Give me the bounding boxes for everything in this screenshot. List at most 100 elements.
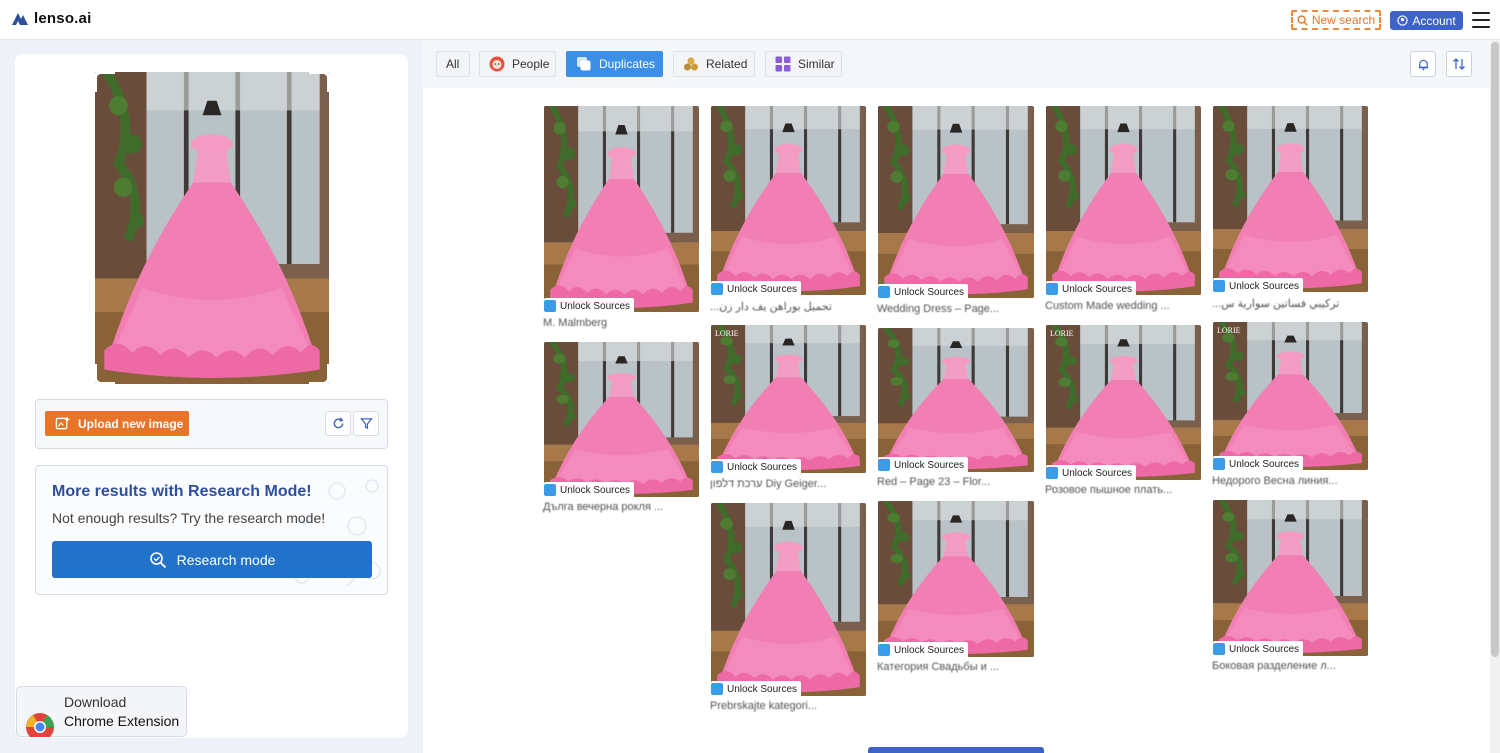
unlock-sources-badge[interactable]: Unlock Sources xyxy=(544,298,635,314)
source-icon xyxy=(878,459,890,471)
watermark-text: LORIE xyxy=(1217,326,1241,335)
result-caption[interactable]: Red – Page 23 – Flor... xyxy=(877,476,990,488)
unlock-label: Unlock Sources xyxy=(894,286,965,298)
sort-button[interactable] xyxy=(1446,51,1472,77)
unlock-sources-badge[interactable]: Unlock Sources xyxy=(711,459,802,475)
unlock-sources-badge[interactable]: Unlock Sources xyxy=(711,281,802,297)
upload-new-image-button[interactable]: Upload new image xyxy=(45,411,189,436)
result-caption[interactable]: Wedding Dress – Page... xyxy=(877,303,999,315)
unlock-sources-badge[interactable]: Unlock Sources xyxy=(878,284,969,300)
research-mode-promo: More results with Research Mode! Not eno… xyxy=(35,465,388,595)
result-thumbnail[interactable] xyxy=(1213,106,1368,292)
unlock-sources-badge[interactable]: Unlock Sources xyxy=(878,642,969,658)
tab-people[interactable]: People xyxy=(479,51,556,77)
query-panel: Upload new image More results with Resea… xyxy=(15,54,408,738)
upload-button-label: Upload new image xyxy=(78,416,184,431)
unlock-label: Unlock Sources xyxy=(727,683,798,695)
research-subtitle: Not enough results? Try the research mod… xyxy=(52,510,326,526)
source-icon xyxy=(1213,280,1225,292)
result-thumbnail[interactable] xyxy=(1046,106,1201,295)
new-search-label: New search xyxy=(1311,13,1376,27)
result-thumbnail[interactable] xyxy=(878,106,1034,298)
unlock-sources-badge[interactable]: Unlock Sources xyxy=(711,681,802,697)
result-thumbnail[interactable] xyxy=(544,342,699,497)
refresh-icon xyxy=(333,417,343,429)
result-caption[interactable]: M. Malmberg xyxy=(543,317,607,329)
account-label: Account xyxy=(1412,13,1456,28)
tab-all[interactable]: All xyxy=(436,51,470,77)
result-caption[interactable]: Дълга вечерна рокля ... xyxy=(543,501,663,513)
result-caption[interactable]: Боковая разделение л... xyxy=(1212,660,1336,672)
source-icon xyxy=(1046,283,1058,295)
alert-settings-button[interactable] xyxy=(1410,51,1436,77)
result-thumbnail[interactable] xyxy=(1213,500,1368,656)
unlock-label: Unlock Sources xyxy=(1229,280,1300,292)
result-thumbnail[interactable] xyxy=(711,106,866,295)
research-button-label: Research mode xyxy=(176,551,276,568)
watermark-text: LORIE xyxy=(1050,329,1074,338)
result-thumbnail[interactable] xyxy=(878,501,1034,657)
result-thumbnail[interactable] xyxy=(878,328,1034,472)
tab-label: Similar xyxy=(798,57,835,71)
result-caption[interactable]: ערכת דלפון Diy Geiger... xyxy=(710,478,826,490)
source-icon xyxy=(878,286,890,298)
tab-label: Duplicates xyxy=(599,57,656,71)
extension-line1: Download xyxy=(64,694,127,710)
crop-corner-bottom-left[interactable] xyxy=(93,364,115,386)
account-button[interactable]: Account xyxy=(1390,11,1463,30)
result-thumbnail[interactable] xyxy=(711,503,866,696)
refresh-button[interactable] xyxy=(325,411,351,436)
tab-similar[interactable]: Similar xyxy=(765,51,842,77)
unlock-label: Unlock Sources xyxy=(727,461,798,473)
tab-duplicates[interactable]: Duplicates xyxy=(566,51,663,77)
unlock-sources-badge[interactable]: Unlock Sources xyxy=(1213,641,1304,657)
logo[interactable]: lenso.ai xyxy=(12,10,91,27)
result-caption[interactable]: Категория Свадьбы и ... xyxy=(877,661,999,673)
research-mode-button[interactable]: Research mode xyxy=(52,541,372,578)
similar-grid-icon xyxy=(775,56,791,72)
result-caption[interactable]: Недорого Весна линия... xyxy=(1212,475,1338,487)
unlock-sources-badge[interactable]: Unlock Sources xyxy=(1046,465,1137,481)
result-thumbnail[interactable]: LORIE xyxy=(1046,325,1201,480)
hamburger-menu-icon[interactable] xyxy=(1472,12,1490,28)
result-caption[interactable]: ...ترکيبي فساتين سوارية س xyxy=(1212,297,1339,310)
tab-label: All xyxy=(446,57,460,71)
source-icon xyxy=(544,300,556,312)
result-caption[interactable]: ...تحميل بوراهن يف دار زن xyxy=(710,300,832,313)
face-icon xyxy=(489,56,505,72)
result-caption[interactable]: Custom Made wedding ... xyxy=(1045,300,1170,312)
source-icon xyxy=(1213,458,1225,470)
result-thumbnail[interactable]: LORIE xyxy=(1213,322,1368,470)
unlock-sources-badge[interactable]: Unlock Sources xyxy=(1213,456,1304,472)
scrollbar-thumb[interactable] xyxy=(1491,42,1499,657)
lenso-logo-icon xyxy=(12,12,28,25)
result-caption[interactable]: Prebrskajte kategori... xyxy=(710,700,817,712)
result-caption[interactable]: Розовое пышное плать... xyxy=(1045,484,1172,496)
load-more-button[interactable] xyxy=(868,747,1044,753)
crop-corner-bottom-right[interactable] xyxy=(309,364,331,386)
new-search-button[interactable]: New search xyxy=(1291,10,1381,30)
result-thumbnail[interactable] xyxy=(544,106,699,312)
related-icon xyxy=(684,57,698,71)
unlock-label: Unlock Sources xyxy=(560,300,631,312)
unlock-sources-badge[interactable]: Unlock Sources xyxy=(1046,281,1137,297)
result-thumbnail[interactable]: LORIE xyxy=(711,325,866,473)
crop-corner-top-left[interactable] xyxy=(93,70,115,92)
unlock-label: Unlock Sources xyxy=(1229,643,1300,655)
unlock-label: Unlock Sources xyxy=(1229,458,1300,470)
crop-corner-top-right[interactable] xyxy=(309,70,331,92)
filter-button[interactable] xyxy=(353,411,379,436)
watermark-text: LORIE xyxy=(715,329,739,338)
query-image-preview xyxy=(93,70,331,386)
unlock-sources-badge[interactable]: Unlock Sources xyxy=(1213,278,1304,294)
bell-icon xyxy=(1418,59,1428,70)
duplicate-icon xyxy=(577,57,591,71)
chrome-extension-banner[interactable]: Download Chrome Extension xyxy=(16,686,187,737)
source-icon xyxy=(711,461,723,473)
unlock-sources-badge[interactable]: Unlock Sources xyxy=(878,457,969,473)
upload-toolbar: Upload new image xyxy=(35,399,388,449)
tab-related[interactable]: Related xyxy=(673,51,755,77)
unlock-sources-badge[interactable]: Unlock Sources xyxy=(544,482,635,498)
research-search-icon xyxy=(149,551,166,568)
research-title: More results with Research Mode! xyxy=(52,483,312,500)
